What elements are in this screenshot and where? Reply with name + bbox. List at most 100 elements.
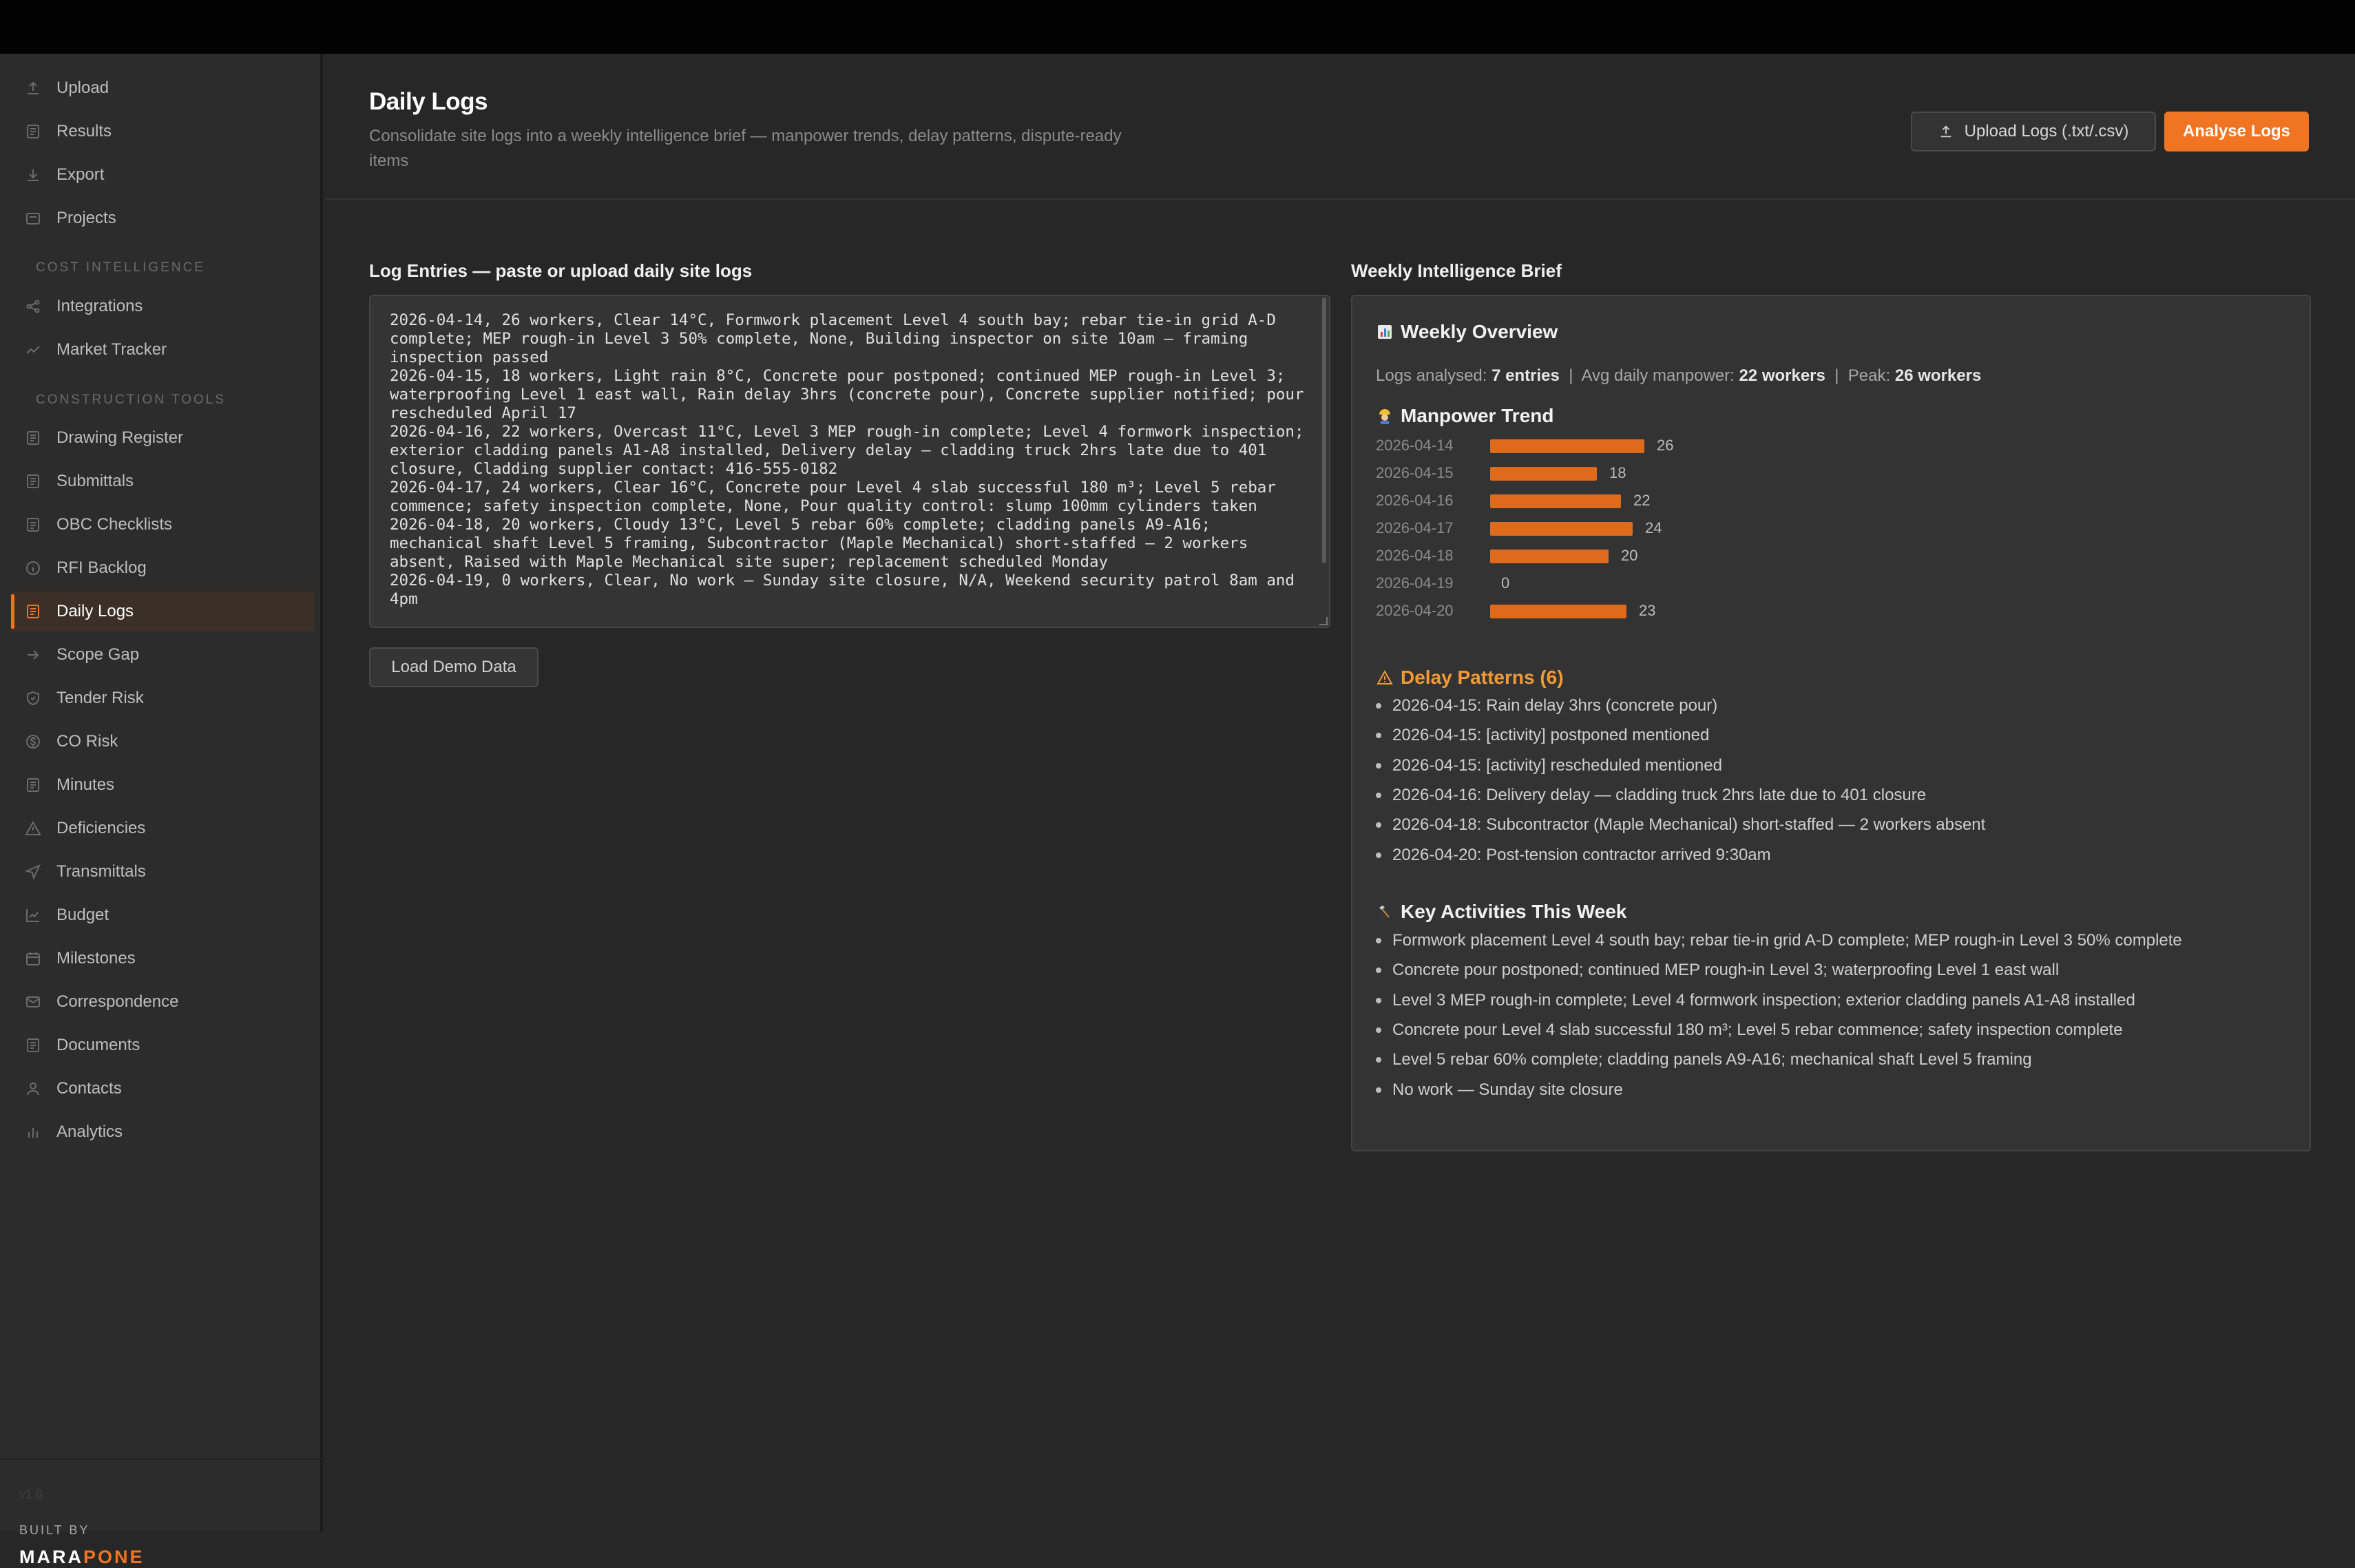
trend-date: 2026-04-20	[1376, 602, 1454, 619]
trend-row: 2026-04-17 24	[1376, 518, 1789, 539]
bullet-dot	[1376, 703, 1381, 709]
log-scrollbar[interactable]	[1322, 297, 1326, 563]
sidebar-item-label: Transmittals	[56, 862, 146, 881]
sidebar-item-upload[interactable]: Upload	[11, 68, 314, 108]
peak-value: 26 workers	[1894, 366, 1982, 385]
trend-date: 2026-04-18	[1376, 547, 1454, 564]
bullet-dot	[1376, 997, 1381, 1003]
sidebar-item-tender-risk[interactable]: Tender Risk	[11, 678, 314, 718]
send-icon	[25, 864, 41, 880]
section-construction-tools: CONSTRUCTION TOOLS	[36, 393, 227, 407]
version-label: v1.0	[19, 1487, 43, 1501]
delay-item: 2026-04-15: Rain delay 3hrs (concrete po…	[1376, 696, 1717, 715]
overview-stats: Logs analysed: 7 entries | Avg daily man…	[1376, 366, 1981, 386]
sidebar-item-contacts[interactable]: Contacts	[11, 1069, 314, 1109]
sidebar-item-deficiencies[interactable]: Deficiencies	[11, 808, 314, 848]
bullet-dot	[1376, 792, 1381, 798]
sidebar-item-obc-checklists[interactable]: OBC Checklists	[11, 505, 314, 545]
upload-logs-button[interactable]: Upload Logs (.txt/.csv)	[1911, 112, 2156, 151]
sidebar-item-projects[interactable]: Projects	[11, 198, 314, 238]
load-demo-data-button[interactable]: Load Demo Data	[369, 647, 538, 687]
folder-icon	[25, 210, 41, 227]
sidebar-item-label: Results	[56, 122, 112, 140]
sidebar-item-label: Analytics	[56, 1122, 123, 1141]
log-entries-title: Log Entries — paste or upload daily site…	[369, 260, 753, 281]
sidebar-item-results[interactable]: Results	[11, 112, 314, 151]
header-divider	[326, 198, 2355, 200]
brief-title: Weekly Intelligence Brief	[1351, 260, 1562, 281]
delay-item-text: 2026-04-15: [activity] rescheduled menti…	[1392, 755, 1722, 775]
trend-value: 24	[1645, 519, 1662, 536]
info-icon	[25, 560, 41, 576]
activity-item-text: Concrete pour Level 4 slab successful 18…	[1392, 1020, 2123, 1039]
sidebar-item-analytics[interactable]: Analytics	[11, 1112, 314, 1152]
delay-item: 2026-04-16: Delivery delay — cladding tr…	[1376, 786, 1926, 805]
brand-logo[interactable]: MARAPONE	[19, 1547, 145, 1568]
sidebar-item-correspondence[interactable]: Correspondence	[11, 982, 314, 1022]
trend-value: 23	[1639, 602, 1656, 619]
sidebar-item-label: CO Risk	[56, 732, 118, 751]
key-activities-title: Key Activities This Week	[1401, 901, 1627, 922]
log-entries-text[interactable]: 2026-04-14, 26 workers, Clear 14°C, Form…	[390, 311, 1312, 609]
log-entries-textarea[interactable]: 2026-04-14, 26 workers, Clear 14°C, Form…	[369, 295, 1330, 628]
sidebar-item-rfi-backlog[interactable]: RFI Backlog	[11, 548, 314, 588]
sidebar-item-daily-logs[interactable]: Daily Logs	[11, 592, 314, 631]
trend-date: 2026-04-14	[1376, 437, 1454, 454]
sidebar-item-co-risk[interactable]: CO Risk	[11, 722, 314, 762]
trend-value: 26	[1657, 437, 1674, 454]
sidebar-item-label: Budget	[56, 906, 109, 924]
sidebar-item-label: Milestones	[56, 949, 136, 968]
weekly-overview-heading: Weekly Overview	[1376, 321, 1558, 343]
sidebar-item-market-tracker[interactable]: Market Tracker	[11, 330, 314, 370]
person-icon	[25, 1080, 41, 1097]
upload-logs-label: Upload Logs (.txt/.csv)	[1964, 122, 2129, 140]
sidebar-item-budget[interactable]: Budget	[11, 895, 314, 935]
trend-bar	[1490, 550, 1609, 563]
sidebar-item-integrations[interactable]: Integrations	[11, 286, 314, 326]
shield-icon	[25, 690, 41, 707]
sidebar-item-label: Documents	[56, 1036, 140, 1054]
trend-row: 2026-04-15 18	[1376, 463, 1789, 483]
sidebar-item-milestones[interactable]: Milestones	[11, 939, 314, 979]
trend-row: 2026-04-19 0	[1376, 573, 1789, 594]
key-activities-heading: Key Activities This Week	[1376, 901, 1626, 923]
sidebar-item-label: Daily Logs	[56, 602, 134, 620]
logs-analysed-value: 7 entries	[1492, 366, 1560, 385]
document-icon	[25, 430, 41, 446]
bar-chart-icon	[25, 1124, 41, 1140]
upload-icon	[1940, 125, 1951, 138]
trend-date: 2026-04-16	[1376, 492, 1454, 509]
trend-row: 2026-04-20 23	[1376, 600, 1789, 621]
brand-part-1: MARA	[19, 1547, 83, 1567]
sidebar-item-scope-gap[interactable]: Scope Gap	[11, 635, 314, 675]
sidebar-item-drawing-register[interactable]: Drawing Register	[11, 418, 314, 458]
page-subtitle: Consolidate site logs into a weekly inte…	[369, 127, 1122, 170]
activity-item: Concrete pour Level 4 slab successful 18…	[1376, 1021, 2123, 1040]
bullet-dot	[1376, 822, 1381, 828]
stats-separator: |	[1569, 366, 1573, 385]
analyse-logs-button[interactable]: Analyse Logs	[2164, 112, 2309, 151]
textarea-resize-handle[interactable]	[1319, 617, 1328, 625]
delay-item-text: 2026-04-15: Rain delay 3hrs (concrete po…	[1392, 696, 1718, 715]
activity-item-text: No work — Sunday site closure	[1392, 1080, 1623, 1099]
trend-value: 0	[1501, 574, 1510, 592]
sidebar-item-label: OBC Checklists	[56, 515, 173, 534]
sidebar-item-label: Market Tracker	[56, 340, 167, 359]
sidebar-item-minutes[interactable]: Minutes	[11, 765, 314, 805]
sidebar-item-submittals[interactable]: Submittals	[11, 461, 314, 501]
sidebar-footer-divider	[0, 1459, 323, 1460]
weekly-overview-title: Weekly Overview	[1401, 321, 1558, 342]
sidebar-item-label: Tender Risk	[56, 689, 144, 707]
trend-date: 2026-04-15	[1376, 464, 1454, 481]
delay-item-text: 2026-04-20: Post-tension contractor arri…	[1392, 845, 1771, 864]
manpower-trend-title: Manpower Trend	[1401, 405, 1554, 426]
sidebar-item-label: Export	[56, 165, 105, 184]
bullet-dot	[1376, 1087, 1381, 1093]
section-cost-intelligence: COST INTELLIGENCE	[36, 260, 205, 275]
weekly-brief-panel: Weekly Overview Logs analysed: 7 entries…	[1351, 295, 2311, 1151]
sidebar-item-documents[interactable]: Documents	[11, 1025, 314, 1065]
bullet-dot	[1376, 1027, 1381, 1033]
trend-bar	[1490, 439, 1644, 453]
sidebar-item-transmittals[interactable]: Transmittals	[11, 852, 314, 892]
sidebar-item-export[interactable]: Export	[11, 155, 314, 195]
